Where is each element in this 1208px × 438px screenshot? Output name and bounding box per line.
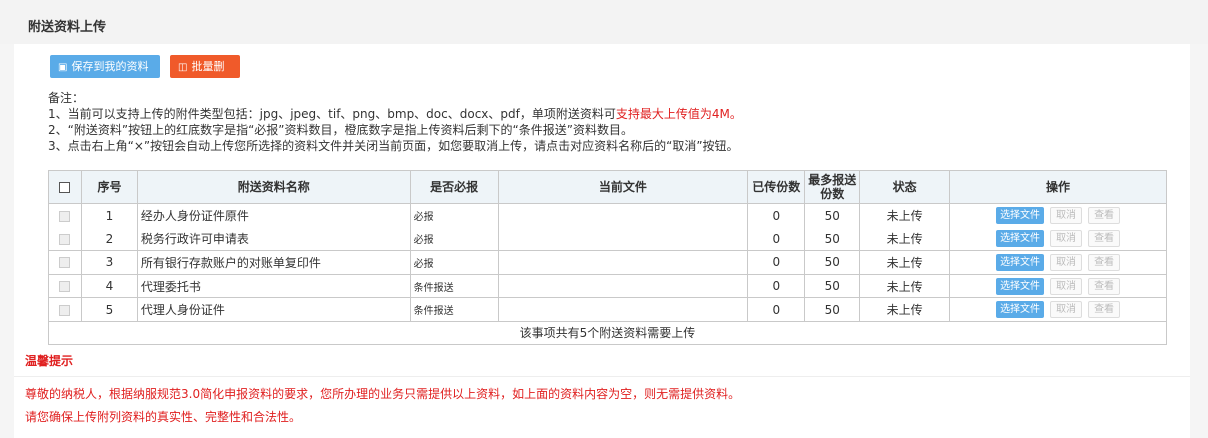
upload-panel: ▣ 保存到我的资料库 ◫ 批量删除 备注： 1、当前可以支持上传的附件类型包括：jp…: [14, 44, 1190, 438]
table-row: 4 代理委托书 条件报送 0 50 未上传 选择文件 取消 查看: [48, 274, 1167, 299]
row-name: 税务行政许可申请表: [136, 227, 411, 252]
view-button[interactable]: 查看: [1088, 207, 1121, 225]
row-checkbox[interactable]: [59, 281, 71, 293]
row-checkbox[interactable]: [59, 304, 71, 316]
row-file: [497, 274, 749, 299]
notes-line-1: 1、当前可以支持上传的附件类型包括：jpg、jpeg、tif、png、bmp、d…: [48, 106, 742, 122]
notes-heading: 备注：: [48, 91, 85, 105]
cancel-button[interactable]: 取消: [1050, 277, 1083, 295]
row-actions: 选择文件 取消 查看: [949, 227, 1167, 252]
row-index: 2: [80, 227, 138, 252]
row-actions: 选择文件 取消 查看: [949, 250, 1167, 275]
row-required: 条件报送: [409, 297, 499, 322]
save-to-library-button[interactable]: ▣ 保存到我的资料库: [50, 55, 160, 97]
tips-line-2: 请您确保上传附列资料的真实性、完整性和合法性。: [25, 410, 302, 424]
notes-line-2: 2、“附送资料”按钮上的红底数字是指“必报”资料数目，橙底数字是指上传资料后剩下…: [48, 123, 633, 137]
trash-icon: ◫: [178, 62, 188, 73]
table-footer-row: 该事项共有5个附送资料需要上传: [48, 321, 1167, 345]
row-checkbox[interactable]: [59, 210, 71, 222]
page-header: 附送资料上传: [0, 0, 1208, 44]
row-index: 1: [80, 203, 138, 228]
batch-delete-button[interactable]: ◫ 批量删除: [170, 55, 240, 97]
select-all-checkbox[interactable]: [59, 182, 71, 193]
row-name: 经办人身份证件原件: [136, 203, 411, 228]
row-max: 50: [804, 274, 861, 299]
cancel-button[interactable]: 取消: [1050, 207, 1083, 225]
view-button[interactable]: 查看: [1088, 230, 1121, 248]
header-action: 操作: [949, 170, 1167, 204]
row-actions: 选择文件 取消 查看: [949, 203, 1167, 228]
row-max: 50: [804, 227, 861, 252]
divider: [14, 376, 1190, 377]
header-index: 序号: [80, 170, 138, 204]
row-status: 未上传: [859, 297, 951, 322]
cancel-button[interactable]: 取消: [1050, 253, 1083, 271]
row-uploaded: 0: [747, 250, 806, 275]
row-index: 5: [80, 297, 138, 322]
table-header-row: 序号 附送资料名称 是否必报 当前文件 已传份数 最多报送份数 状态 操作: [48, 170, 1167, 204]
tips-title: 温馨提示: [25, 354, 74, 368]
row-required: 必报: [409, 227, 499, 252]
row-file: [497, 297, 749, 322]
table-row: 2 税务行政许可申请表 必报 0 50 未上传 选择文件 取消 查看: [48, 227, 1167, 252]
view-button[interactable]: 查看: [1088, 277, 1121, 295]
notes-line-1-text: 1、当前可以支持上传的附件类型包括：jpg、jpeg、tif、png、bmp、d…: [48, 107, 616, 121]
notes-line-3: 3、点击右上角“×”按钮会自动上传您所选择的资料文件并关闭当前页面，如您要取消上…: [48, 139, 739, 153]
row-name: 所有银行存款账户的对账单复印件: [136, 250, 411, 275]
row-max: 50: [804, 250, 861, 275]
row-max: 50: [804, 297, 861, 322]
cancel-button[interactable]: 取消: [1050, 230, 1083, 248]
row-uploaded: 0: [747, 297, 806, 322]
row-required: 必报: [409, 250, 499, 275]
row-status: 未上传: [859, 274, 951, 299]
cancel-button[interactable]: 取消: [1050, 301, 1083, 319]
row-file: [497, 203, 749, 228]
notes-line-1-highlight: 支持最大上传值为4M。: [615, 107, 742, 121]
header-max: 最多报送份数: [804, 170, 861, 204]
choose-file-button[interactable]: 选择文件: [996, 301, 1045, 319]
page-title: 附送资料上传: [28, 20, 107, 35]
row-actions: 选择文件 取消 查看: [949, 274, 1167, 299]
row-required: 必报: [409, 203, 499, 228]
row-name: 代理人身份证件: [136, 297, 411, 322]
row-status: 未上传: [859, 203, 951, 228]
choose-file-button[interactable]: 选择文件: [996, 207, 1045, 225]
row-max: 50: [804, 203, 861, 228]
row-uploaded: 0: [747, 203, 806, 228]
row-checkbox[interactable]: [59, 257, 71, 269]
header-file: 当前文件: [497, 170, 749, 204]
tips-line-1: 尊敬的纳税人，根据纳服规范3.0简化申报资料的要求，您所办理的业务只需提供以上资…: [25, 387, 741, 401]
choose-file-button[interactable]: 选择文件: [996, 253, 1045, 271]
row-actions: 选择文件 取消 查看: [949, 297, 1167, 322]
row-uploaded: 0: [747, 227, 806, 252]
table-footer: 该事项共有5个附送资料需要上传: [48, 321, 1167, 345]
view-button[interactable]: 查看: [1088, 301, 1121, 319]
save-icon: ▣: [58, 62, 68, 73]
row-checkbox[interactable]: [59, 233, 71, 245]
row-index: 3: [80, 250, 138, 275]
row-file: [497, 250, 749, 275]
header-uploaded: 已传份数: [747, 170, 806, 204]
notes: 备注： 1、当前可以支持上传的附件类型包括：jpg、jpeg、tif、png、b…: [48, 90, 742, 154]
row-uploaded: 0: [747, 274, 806, 299]
attachments-table: 序号 附送资料名称 是否必报 当前文件 已传份数 最多报送份数 状态 操作 1 …: [48, 170, 1167, 345]
row-required: 条件报送: [409, 274, 499, 299]
row-status: 未上传: [859, 227, 951, 252]
row-file: [497, 227, 749, 252]
choose-file-button[interactable]: 选择文件: [996, 230, 1045, 248]
table-row: 5 代理人身份证件 条件报送 0 50 未上传 选择文件 取消 查看: [48, 297, 1167, 322]
header-name: 附送资料名称: [136, 170, 411, 204]
view-button[interactable]: 查看: [1088, 253, 1121, 271]
row-status: 未上传: [859, 250, 951, 275]
row-name: 代理委托书: [136, 274, 411, 299]
header-required: 是否必报: [409, 170, 499, 204]
choose-file-button[interactable]: 选择文件: [996, 277, 1045, 295]
header-status: 状态: [859, 170, 951, 204]
table-row: 3 所有银行存款账户的对账单复印件 必报 0 50 未上传 选择文件 取消 查看: [48, 250, 1167, 275]
table-row: 1 经办人身份证件原件 必报 0 50 未上传 选择文件 取消 查看: [48, 203, 1167, 228]
row-index: 4: [80, 274, 138, 299]
